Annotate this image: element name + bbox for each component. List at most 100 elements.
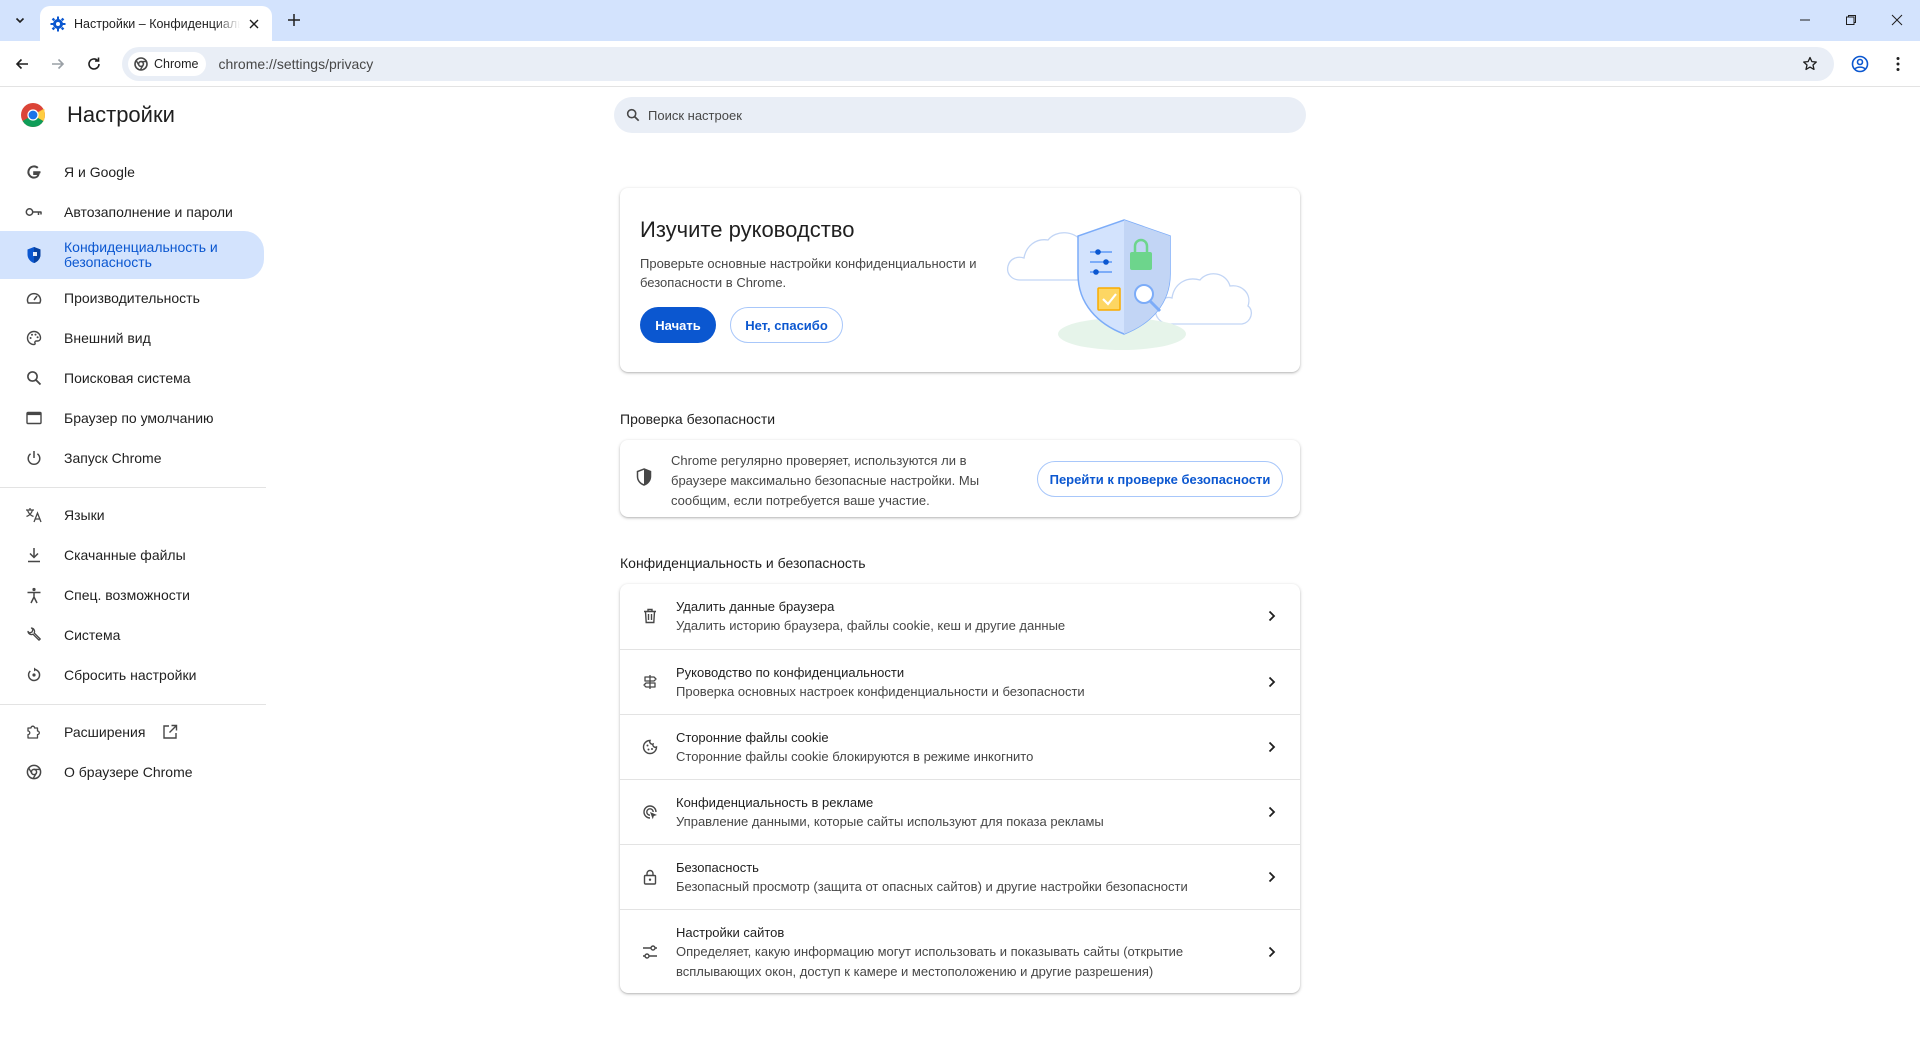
more-vert-icon xyxy=(1896,57,1900,71)
sidebar-item-label: Языки xyxy=(64,507,105,523)
site-chip-label: Chrome xyxy=(154,57,199,71)
back-button[interactable] xyxy=(8,50,36,78)
profile-button[interactable] xyxy=(1846,50,1874,78)
sidebar-item-label: Автозаполнение и пароли xyxy=(64,204,233,220)
sidebar-item-label: Спец. возможности xyxy=(64,587,190,603)
signpost-icon xyxy=(640,672,660,692)
sidebar-item-label: Сбросить настройки xyxy=(64,667,197,683)
sidebar-item-autofill[interactable]: Автозаполнение и пароли xyxy=(0,192,264,232)
chevron-right-icon xyxy=(1264,608,1280,624)
section-title-privacy: Конфиденциальность и безопасность xyxy=(620,555,866,571)
accessibility-icon xyxy=(24,585,44,605)
list-item-subtitle: Управление данными, которые сайты исполь… xyxy=(676,814,1104,829)
close-window-button[interactable] xyxy=(1874,0,1920,40)
cookie-icon xyxy=(640,737,660,757)
list-item-title: Настройки сайтов xyxy=(676,925,785,940)
translate-icon xyxy=(24,505,44,525)
tab-settings[interactable]: Настройки – Конфиденциальность и безопас… xyxy=(40,6,272,41)
safety-check-description: Chrome регулярно проверяет, используются… xyxy=(671,453,980,508)
sidebar-item-label: Система xyxy=(64,627,121,643)
ad-privacy-icon xyxy=(640,802,660,822)
list-item-title: Безопасность xyxy=(676,860,759,875)
reset-icon xyxy=(24,665,44,685)
section-title-safety-check: Проверка безопасности xyxy=(620,411,776,427)
sidebar-item-languages[interactable]: Языки xyxy=(0,495,264,535)
list-item-ad-privacy[interactable]: Конфиденциальность в рекламе Управление … xyxy=(620,780,1300,844)
list-item-site-settings[interactable]: Настройки сайтов Определяет, какую инфор… xyxy=(620,910,1300,993)
sidebar-item-downloads[interactable]: Скачанные файлы xyxy=(0,535,264,575)
search-placeholder: Поиск настроек xyxy=(648,107,742,123)
tab-search-button[interactable] xyxy=(8,8,32,32)
site-info-chip[interactable]: Chrome xyxy=(128,52,207,76)
sidebar-item-about[interactable]: О браузере Chrome xyxy=(0,752,264,792)
list-item-subtitle: Определяет, какую информацию могут испол… xyxy=(676,944,1184,979)
restore-button[interactable] xyxy=(1828,0,1874,40)
page-title: Настройки xyxy=(67,102,175,127)
shield-icon xyxy=(24,245,44,265)
sidebar-item-label: О браузере Chrome xyxy=(64,764,193,780)
sidebar-item-you-and-google[interactable]: Я и Google xyxy=(0,152,264,192)
minimize-button[interactable] xyxy=(1782,0,1828,40)
no-thanks-button[interactable]: Нет, спасибо xyxy=(730,307,843,343)
lock-icon xyxy=(640,867,660,887)
sidebar-item-extensions[interactable]: Расширения xyxy=(0,712,264,752)
search-icon xyxy=(24,368,44,388)
menu-button[interactable] xyxy=(1884,50,1912,78)
chrome-logo-icon xyxy=(21,103,45,127)
restore-icon xyxy=(1846,15,1856,25)
minimize-icon xyxy=(1800,19,1810,21)
bookmark-button[interactable] xyxy=(1798,52,1822,76)
browser-window-icon xyxy=(24,408,44,428)
promo-title: Изучите руководство xyxy=(640,217,855,242)
sidebar-item-label: Внешний вид xyxy=(64,330,151,346)
forward-button[interactable] xyxy=(44,50,72,78)
shield-check-icon xyxy=(636,468,652,486)
tab-title: Настройки – Конфиденциальность и безопас… xyxy=(74,16,240,31)
sidebar-item-system[interactable]: Система xyxy=(0,615,264,655)
list-item-title: Удалить данные браузера xyxy=(676,599,835,614)
chevron-down-icon xyxy=(15,17,25,24)
chevron-right-icon xyxy=(1264,804,1280,820)
address-bar[interactable]: Chrome chrome://settings/privacy xyxy=(122,47,1834,81)
search-settings-input[interactable]: Поиск настроек xyxy=(614,97,1306,133)
sidebar-item-performance[interactable]: Производительность xyxy=(0,278,264,318)
list-item-subtitle: Проверка основных настроек конфиденциаль… xyxy=(676,684,1085,699)
sidebar-item-label: Конфиденциальность и безопасность xyxy=(64,239,218,270)
sidebar-item-default-browser[interactable]: Браузер по умолчанию xyxy=(0,398,264,438)
list-item-third-party-cookies[interactable]: Сторонние файлы cookie Сторонние файлы c… xyxy=(620,715,1300,779)
tune-icon xyxy=(640,942,660,962)
sidebar: Настройки Я и Google Автозаполнение и па… xyxy=(0,87,266,1040)
palette-icon xyxy=(24,328,44,348)
list-item-title: Сторонние файлы cookie xyxy=(676,730,829,745)
reload-button[interactable] xyxy=(80,50,108,78)
star-icon xyxy=(1803,56,1817,71)
list-item-title: Конфиденциальность в рекламе xyxy=(676,795,874,810)
wrench-icon xyxy=(24,625,44,645)
list-item-privacy-guide[interactable]: Руководство по конфиденциальности Провер… xyxy=(620,650,1300,714)
sidebar-item-privacy[interactable]: Конфиденциальность и безопасность xyxy=(0,231,264,279)
start-button[interactable]: Начать xyxy=(640,307,716,343)
sidebar-item-accessibility[interactable]: Спец. возможности xyxy=(0,575,264,615)
sidebar-item-appearance[interactable]: Внешний вид xyxy=(0,318,264,358)
chevron-right-icon xyxy=(1264,739,1280,755)
chrome-icon xyxy=(134,57,148,71)
sidebar-item-label: Поисковая система xyxy=(64,370,191,386)
sidebar-item-reset[interactable]: Сбросить настройки xyxy=(0,655,264,695)
plus-icon xyxy=(288,14,300,26)
sidebar-item-label: Скачанные файлы xyxy=(64,547,186,563)
tab-strip: Настройки – Конфиденциальность и безопас… xyxy=(0,0,1920,41)
list-item-subtitle: Удалить историю браузера, файлы cookie, … xyxy=(676,618,1066,633)
new-tab-button[interactable] xyxy=(282,8,306,32)
tab-close-button[interactable] xyxy=(246,16,262,32)
list-item-security[interactable]: Безопасность Безопасный просмотр (защита… xyxy=(620,845,1300,909)
sidebar-item-search-engine[interactable]: Поисковая система xyxy=(0,358,264,398)
gear-icon xyxy=(50,16,66,31)
go-to-safety-check-button[interactable]: Перейти к проверке безопасности xyxy=(1037,461,1283,497)
privacy-settings-list: Удалить данные браузера Удалить историю … xyxy=(620,584,1300,993)
sidebar-item-on-startup[interactable]: Запуск Chrome xyxy=(0,438,264,478)
chevron-right-icon xyxy=(1264,944,1280,960)
reload-icon xyxy=(88,57,100,70)
download-icon xyxy=(24,545,44,565)
list-item-clear-browsing-data[interactable]: Удалить данные браузера Удалить историю … xyxy=(620,584,1300,649)
sidebar-divider xyxy=(0,704,266,705)
